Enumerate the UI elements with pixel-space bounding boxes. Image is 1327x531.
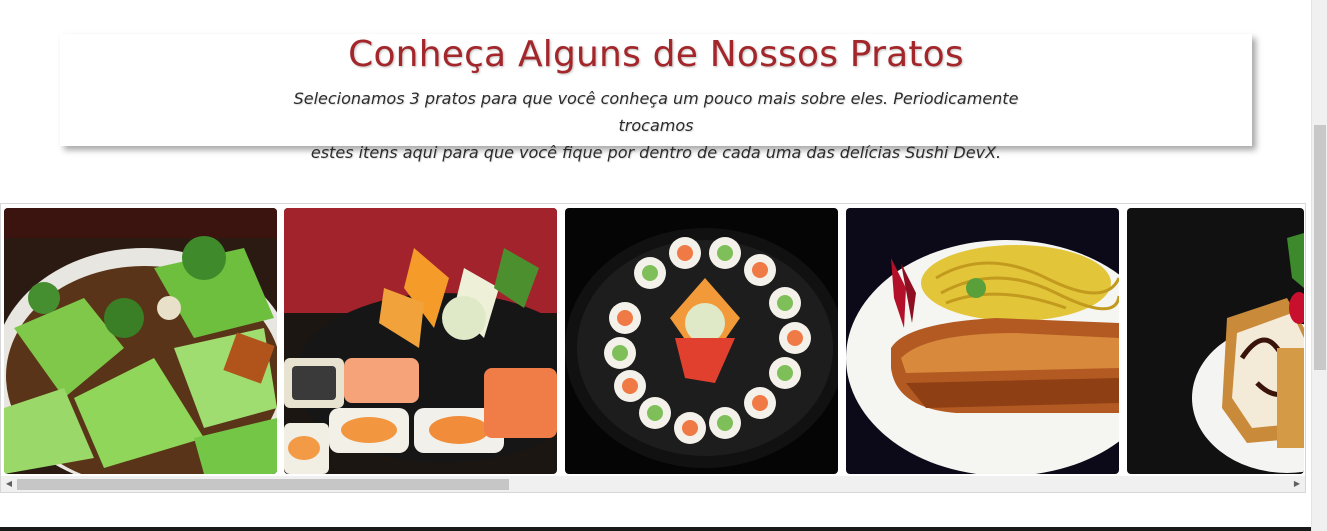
- dish-image-4[interactable]: [846, 208, 1119, 474]
- broccoli-cabbage-image: [4, 208, 277, 474]
- dish-image-5[interactable]: [1127, 208, 1304, 474]
- sushi-platter-image: [284, 208, 557, 474]
- scroll-right-icon[interactable]: ▶: [1289, 476, 1305, 492]
- gallery-scrollbar-thumb[interactable]: [17, 479, 509, 490]
- scroll-left-icon[interactable]: ◀: [1, 476, 17, 492]
- page-scrollbar[interactable]: [1311, 0, 1327, 531]
- gallery-scrollbar[interactable]: ◀ ▶: [1, 476, 1305, 492]
- intro-card: Conheça Alguns de Nossos Pratos Selecion…: [60, 34, 1252, 162]
- bottom-divider: [0, 527, 1311, 531]
- grilled-fish-image: [846, 208, 1119, 474]
- page-scrollbar-thumb[interactable]: [1314, 125, 1326, 370]
- description-line-2: estes itens aqui para que você fique por…: [310, 143, 1002, 162]
- section-title: Conheça Alguns de Nossos Pratos: [348, 34, 964, 75]
- dish-gallery[interactable]: ◀ ▶: [0, 203, 1306, 493]
- description-line-1: Selecionamos 3 pratos para que você conh…: [293, 89, 1019, 135]
- dish-image-3[interactable]: [565, 208, 838, 474]
- round-sushi-tray-image: [565, 208, 838, 474]
- dish-image-1[interactable]: [4, 208, 277, 474]
- dish-image-2[interactable]: [284, 208, 557, 474]
- gallery-track: [4, 208, 1304, 474]
- fried-roll-image: [1127, 208, 1304, 474]
- section-description: Selecionamos 3 pratos para que você conh…: [266, 85, 1046, 166]
